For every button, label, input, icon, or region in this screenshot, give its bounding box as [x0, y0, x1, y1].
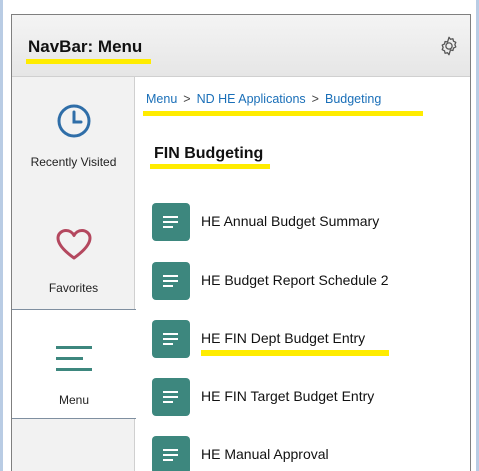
breadcrumb: Menu > ND HE Applications > Budgeting	[146, 92, 381, 106]
chevron-right-icon: >	[311, 92, 319, 106]
menu-item-label: HE Manual Approval	[201, 446, 329, 462]
main-content: Menu > ND HE Applications > Budgeting FIN Bu…	[136, 77, 470, 471]
menu-item-label: HE FIN Dept Budget Entry	[201, 330, 366, 346]
navbar-panel: NavBar: Menu Recently Visited Favorites …	[11, 14, 471, 471]
highlight-navbar-title	[26, 59, 151, 64]
sidebar-item-label: Recently Visited	[30, 155, 117, 169]
breadcrumb-link-menu[interactable]: Menu	[146, 92, 177, 106]
highlight-dept-budget-entry	[201, 350, 389, 356]
sidebar: Recently Visited Favorites Menu	[12, 77, 136, 471]
navbar-title: NavBar: Menu	[28, 37, 143, 56]
sidebar-item-favorites[interactable]: Favorites	[12, 199, 135, 309]
menu-item-label: HE FIN Target Budget Entry	[201, 388, 375, 404]
navbar-header: NavBar: Menu	[12, 15, 470, 77]
list-icon	[152, 262, 190, 300]
menu-item-he-budget-report-schedule-2[interactable]: HE Budget Report Schedule 2	[152, 262, 452, 302]
breadcrumb-link-nd-he-applications[interactable]: ND HE Applications	[197, 92, 306, 106]
screenshot-frame: NavBar: Menu Recently Visited Favorites …	[0, 0, 479, 471]
menu-item-he-manual-approval[interactable]: HE Manual Approval	[152, 436, 452, 471]
highlight-breadcrumb	[143, 111, 423, 116]
chevron-right-icon: >	[183, 92, 191, 106]
heart-icon	[56, 229, 92, 266]
sidebar-item-label: Favorites	[48, 281, 99, 295]
highlight-page-title	[150, 164, 270, 169]
menu-item-he-annual-budget-summary[interactable]: HE Annual Budget Summary	[152, 203, 452, 243]
page-title: FIN Budgeting	[154, 145, 264, 162]
list-icon	[152, 378, 190, 416]
sidebar-item-label: Menu	[58, 393, 90, 407]
sidebar-item-recently-visited[interactable]: Recently Visited	[12, 77, 135, 187]
sidebar-item-menu[interactable]: Menu	[12, 309, 136, 419]
list-icon	[152, 436, 190, 471]
menu-item-label: HE Annual Budget Summary	[201, 213, 380, 229]
menu-icon	[55, 344, 93, 379]
list-icon	[152, 203, 190, 241]
menu-item-he-fin-target-budget-entry[interactable]: HE FIN Target Budget Entry	[152, 378, 452, 418]
gear-icon[interactable]	[438, 35, 460, 57]
list-icon	[152, 320, 190, 358]
breadcrumb-link-budgeting[interactable]: Budgeting	[325, 92, 381, 106]
clock-icon	[56, 103, 92, 144]
menu-item-label: HE Budget Report Schedule 2	[201, 272, 389, 288]
